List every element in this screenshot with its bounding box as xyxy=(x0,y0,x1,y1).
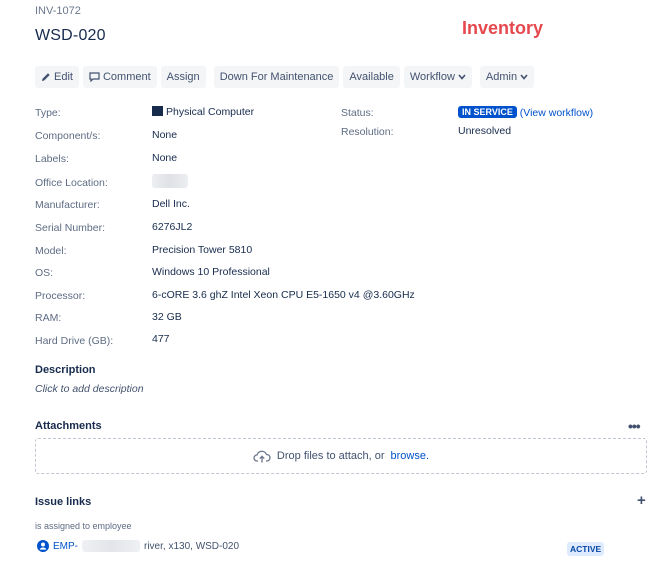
redacted-value xyxy=(152,174,188,188)
action-toolbar: Edit Comment Assign Down For Maintenance… xyxy=(35,66,535,88)
type-label: Type: xyxy=(35,107,61,119)
processor-label: Processor: xyxy=(35,290,86,302)
page-title: WSD-020 xyxy=(35,27,106,44)
model-label: Model: xyxy=(35,245,67,257)
pencil-icon xyxy=(42,73,50,81)
chevron-down-icon xyxy=(520,74,528,80)
add-link-icon[interactable]: + xyxy=(637,492,646,509)
resolution-label: Resolution: xyxy=(341,126,394,138)
description-field[interactable]: Click to add description xyxy=(35,383,144,395)
status-value: IN SERVICE (View workflow) xyxy=(458,106,593,119)
status-label: Status: xyxy=(341,107,374,119)
labels-label: Labels: xyxy=(35,153,69,165)
office-location-value[interactable] xyxy=(152,174,188,188)
link-status-badge: ACTIVE xyxy=(567,542,605,556)
hard-drive-value[interactable]: 477 xyxy=(152,333,170,345)
description-heading: Description xyxy=(35,364,96,376)
view-workflow-link[interactable]: (View workflow) xyxy=(520,107,593,119)
admin-label: Admin xyxy=(485,71,518,83)
office-location-label: Office Location: xyxy=(35,177,108,189)
cloud-upload-icon xyxy=(253,450,271,462)
components-label: Component/s: xyxy=(35,130,101,142)
model-value[interactable]: Precision Tower 5810 xyxy=(152,244,252,256)
ram-label: RAM: xyxy=(35,312,62,324)
type-value: Physical Computer xyxy=(152,106,254,118)
attachment-dropzone[interactable]: Drop files to attach, or browse. xyxy=(35,438,647,474)
comment-button[interactable]: Comment xyxy=(82,66,157,88)
link-type-label: is assigned to employee xyxy=(35,521,132,531)
computer-icon xyxy=(152,106,163,116)
redacted-value xyxy=(82,540,140,552)
status-badge: IN SERVICE xyxy=(458,106,517,118)
edit-label: Edit xyxy=(54,71,73,83)
admin-dropdown[interactable]: Admin xyxy=(479,66,535,88)
components-value[interactable]: None xyxy=(152,129,177,141)
hard-drive-label: Hard Drive (GB): xyxy=(35,335,114,347)
linked-issue-summary: river, x130, WSD-020 xyxy=(144,540,240,552)
resolution-value: Unresolved xyxy=(458,125,512,137)
comment-label: Comment xyxy=(102,71,151,83)
assign-button[interactable]: Assign xyxy=(160,66,206,88)
manufacturer-label: Manufacturer: xyxy=(35,199,100,211)
workflow-label: Workflow xyxy=(409,71,455,83)
serial-number-label: Serial Number: xyxy=(35,222,106,234)
serial-number-value[interactable]: 6276JL2 xyxy=(152,221,192,233)
project-brand: Inventory xyxy=(462,18,544,38)
os-value[interactable]: Windows 10 Professional xyxy=(152,266,270,278)
linked-issue-key[interactable]: EMP- xyxy=(53,541,78,552)
more-options-icon[interactable]: ••• xyxy=(628,418,641,434)
manufacturer-value[interactable]: Dell Inc. xyxy=(152,198,190,210)
issue-links-heading: Issue links xyxy=(35,496,92,508)
issue-key[interactable]: INV-1072 xyxy=(35,5,81,17)
employee-icon xyxy=(37,540,49,552)
edit-button[interactable]: Edit xyxy=(35,66,79,88)
linked-issue[interactable]: EMP-river, x130, WSD-020 xyxy=(37,540,239,552)
browse-link[interactable]: browse. xyxy=(391,450,430,462)
processor-value[interactable]: 6-cORE 3.6 ghZ Intel Xeon CPU E5-1650 v4… xyxy=(152,289,415,301)
os-label: OS: xyxy=(35,267,54,279)
available-button[interactable]: Available xyxy=(343,66,400,88)
drop-text: Drop files to attach, or xyxy=(276,450,385,462)
workflow-dropdown[interactable]: Workflow xyxy=(403,66,472,88)
chevron-down-icon xyxy=(458,74,466,80)
comment-icon xyxy=(89,72,100,82)
ram-value[interactable]: 32 GB xyxy=(152,311,182,323)
attachments-heading: Attachments xyxy=(35,420,102,432)
down-for-maintenance-button[interactable]: Down For Maintenance xyxy=(213,66,340,88)
type-text: Physical Computer xyxy=(166,106,255,118)
labels-value[interactable]: None xyxy=(152,152,177,164)
